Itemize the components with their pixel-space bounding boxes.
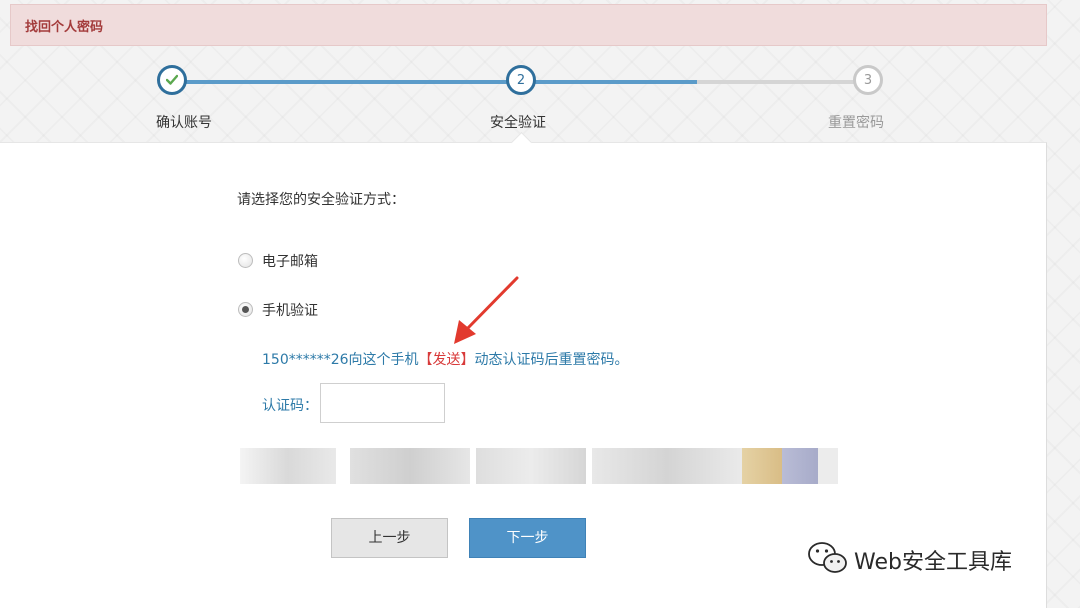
send-code-link[interactable]: 【发送】 bbox=[419, 352, 475, 368]
step-2-label: 安全验证 bbox=[490, 115, 546, 131]
step-2-circle: 2 bbox=[506, 65, 536, 95]
phone-option-label[interactable]: 手机验证 bbox=[262, 300, 318, 320]
email-option-label[interactable]: 电子邮箱 bbox=[262, 251, 318, 271]
send-code-suffix: 动态认证码后重置密码。 bbox=[474, 352, 629, 368]
verification-code-input[interactable] bbox=[320, 383, 445, 423]
step-3-number: 3 bbox=[863, 73, 873, 88]
email-radio[interactable] bbox=[238, 253, 253, 268]
step-2-number: 2 bbox=[516, 73, 526, 88]
watermark: Web安全工具库 bbox=[806, 540, 1012, 580]
progress-track-completed bbox=[175, 80, 697, 84]
send-code-line: 150******26向这个手机【发送】动态认证码后重置密码。 bbox=[262, 349, 629, 369]
watermark-text: Web安全工具库 bbox=[854, 550, 1012, 575]
previous-step-button[interactable]: 上一步 bbox=[331, 518, 448, 558]
next-step-button[interactable]: 下一步 bbox=[469, 518, 586, 558]
phone-radio[interactable] bbox=[238, 302, 253, 317]
step-1-label: 确认账号 bbox=[156, 115, 212, 131]
page-title: 找回个人密码 bbox=[25, 20, 104, 35]
step-3-circle: 3 bbox=[853, 65, 883, 95]
step-1-circle bbox=[157, 65, 187, 95]
verification-prompt: 请选择您的安全验证方式： bbox=[237, 192, 405, 208]
code-label: 认证码： bbox=[262, 398, 318, 414]
wechat-icon bbox=[808, 542, 847, 573]
redacted-content bbox=[240, 448, 838, 484]
annotation-arrow-icon bbox=[454, 276, 519, 344]
checkmark-icon bbox=[166, 74, 178, 85]
masked-phone-text: 150******26向这个手机 bbox=[262, 352, 419, 368]
radio-selected-dot bbox=[242, 306, 249, 313]
title-bar: 找回个人密码 bbox=[10, 4, 1047, 46]
step-3-label: 重置密码 bbox=[828, 115, 884, 131]
